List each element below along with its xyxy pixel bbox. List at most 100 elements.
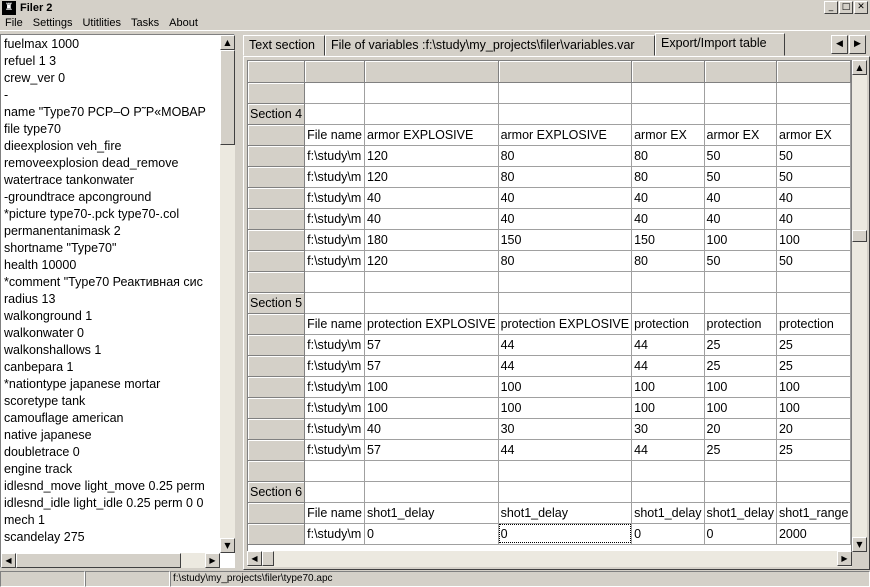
list-item[interactable]: idlesnd_idle light_idle 0.25 perm 0 0 bbox=[4, 495, 220, 512]
grid-cell[interactable]: 80 bbox=[631, 250, 705, 272]
column-header-cell[interactable] bbox=[364, 61, 499, 83]
grid-cell[interactable]: 100 bbox=[498, 397, 633, 419]
row-header-cell[interactable] bbox=[248, 82, 306, 104]
grid-cell[interactable]: 20 bbox=[776, 418, 851, 440]
grid-cell[interactable]: protection bbox=[631, 313, 705, 335]
grid-cell[interactable]: 40 bbox=[704, 208, 777, 230]
grid-cell[interactable] bbox=[498, 481, 633, 503]
grid-cell[interactable]: f:\study\m bbox=[304, 250, 366, 272]
list-item[interactable]: walkonshallows 1 bbox=[4, 342, 220, 359]
scroll-thumb[interactable] bbox=[852, 230, 867, 242]
scroll-up-icon[interactable]: ▲ bbox=[220, 35, 235, 50]
list-item[interactable]: mech 1 bbox=[4, 512, 220, 529]
grid-cell[interactable]: 2000 bbox=[776, 523, 851, 545]
data-grid[interactable]: Section 4 File name armor EXPLOSIVE armor E… bbox=[247, 60, 852, 552]
grid-cell[interactable]: 50 bbox=[704, 250, 777, 272]
row-header-cell[interactable] bbox=[248, 145, 306, 167]
grid-cell[interactable]: 100 bbox=[704, 229, 777, 251]
grid-cell[interactable]: 0 bbox=[704, 523, 777, 545]
scroll-left-icon[interactable]: ◀ bbox=[1, 553, 16, 568]
column-header-cell[interactable] bbox=[498, 61, 633, 83]
grid-cell[interactable]: f:\study\m bbox=[304, 376, 366, 398]
grid-cell[interactable]: 25 bbox=[704, 439, 777, 461]
scroll-thumb[interactable] bbox=[220, 50, 235, 145]
grid-cell[interactable]: 80 bbox=[631, 166, 705, 188]
grid-cell[interactable] bbox=[704, 481, 777, 503]
grid-cell[interactable]: 50 bbox=[704, 166, 777, 188]
list-item[interactable]: scoretype tank bbox=[4, 393, 220, 410]
grid-cell[interactable]: 80 bbox=[498, 250, 633, 272]
grid-cell[interactable] bbox=[364, 460, 499, 482]
scroll-right-icon[interactable]: ▶ bbox=[205, 553, 220, 568]
left-horizontal-scrollbar[interactable]: ◀ ▶ bbox=[1, 553, 220, 568]
scroll-down-icon[interactable]: ▼ bbox=[220, 538, 235, 553]
grid-cell[interactable]: File name bbox=[304, 313, 366, 335]
grid-cell[interactable]: 100 bbox=[776, 376, 851, 398]
grid-cell[interactable]: protection bbox=[704, 313, 777, 335]
grid-cell[interactable] bbox=[776, 103, 851, 125]
row-header-cell[interactable]: Section 4 bbox=[248, 103, 306, 125]
tab-scroll-right-icon[interactable]: ▶ bbox=[849, 35, 866, 54]
scroll-down-icon[interactable]: ▼ bbox=[852, 537, 867, 552]
tab-export-import-table[interactable]: Export/Import table bbox=[655, 33, 785, 56]
list-item[interactable]: walkonwater 0 bbox=[4, 325, 220, 342]
column-header-cell[interactable] bbox=[631, 61, 705, 83]
grid-cell[interactable]: 100 bbox=[364, 376, 499, 398]
grid-cell[interactable]: 120 bbox=[364, 166, 499, 188]
grid-cell[interactable]: 100 bbox=[704, 397, 777, 419]
grid-cell[interactable]: 57 bbox=[364, 439, 499, 461]
grid-cell[interactable]: 80 bbox=[631, 145, 705, 167]
grid-cell[interactable] bbox=[704, 460, 777, 482]
row-header-cell[interactable] bbox=[248, 418, 306, 440]
menu-about[interactable]: About bbox=[164, 17, 203, 29]
grid-cell[interactable]: 0 bbox=[631, 523, 705, 545]
tab-file-of-variables[interactable]: File of variables :f:\study\my_projects\… bbox=[325, 35, 655, 56]
grid-cell[interactable]: 50 bbox=[776, 145, 851, 167]
grid-cell[interactable]: 40 bbox=[631, 208, 705, 230]
menu-file[interactable]: File bbox=[0, 17, 28, 29]
grid-cell[interactable] bbox=[364, 481, 499, 503]
list-item[interactable]: walkonground 1 bbox=[4, 308, 220, 325]
list-item[interactable]: - bbox=[4, 87, 220, 104]
row-header-cell[interactable] bbox=[248, 61, 306, 83]
grid-cell[interactable] bbox=[631, 82, 705, 104]
grid-cell[interactable]: 0 bbox=[498, 523, 633, 545]
grid-cell[interactable]: 0 bbox=[364, 523, 499, 545]
row-header-cell[interactable] bbox=[248, 523, 306, 545]
scroll-right-icon[interactable]: ▶ bbox=[837, 551, 852, 566]
grid-cell[interactable] bbox=[498, 103, 633, 125]
grid-cell[interactable] bbox=[631, 481, 705, 503]
grid-cell[interactable]: 150 bbox=[498, 229, 633, 251]
grid-cell[interactable]: 180 bbox=[364, 229, 499, 251]
row-header-cell[interactable] bbox=[248, 502, 306, 524]
grid-cell[interactable]: 44 bbox=[498, 439, 633, 461]
grid-cell[interactable] bbox=[776, 271, 851, 293]
list-item[interactable]: health 10000 bbox=[4, 257, 220, 274]
tab-scroll-left-icon[interactable]: ◀ bbox=[831, 35, 848, 54]
row-header-cell[interactable] bbox=[248, 334, 306, 356]
app-icon[interactable]: ♜ bbox=[2, 1, 16, 15]
grid-cell[interactable]: f:\study\m bbox=[304, 229, 366, 251]
grid-horizontal-scrollbar[interactable]: ◀ ▶ bbox=[247, 551, 852, 567]
row-header-cell[interactable] bbox=[248, 124, 306, 146]
grid-cell[interactable]: 80 bbox=[498, 166, 633, 188]
grid-cell[interactable] bbox=[498, 271, 633, 293]
grid-cell[interactable]: 40 bbox=[364, 208, 499, 230]
list-item[interactable]: watertrace tankonwater bbox=[4, 172, 220, 189]
grid-cell[interactable]: 40 bbox=[364, 187, 499, 209]
grid-cell[interactable] bbox=[631, 103, 705, 125]
grid-cell[interactable]: 30 bbox=[498, 418, 633, 440]
grid-cell[interactable]: 150 bbox=[631, 229, 705, 251]
grid-cell[interactable]: f:\study\m bbox=[304, 355, 366, 377]
maximize-button[interactable]: □ bbox=[839, 1, 853, 14]
scroll-up-icon[interactable]: ▲ bbox=[852, 60, 867, 75]
grid-cell[interactable] bbox=[631, 460, 705, 482]
scroll-thumb[interactable] bbox=[16, 553, 181, 568]
grid-cell[interactable] bbox=[304, 271, 366, 293]
grid-cell[interactable]: 40 bbox=[631, 187, 705, 209]
row-header-cell[interactable] bbox=[248, 460, 306, 482]
list-item[interactable]: native japanese bbox=[4, 427, 220, 444]
row-header-cell[interactable] bbox=[248, 208, 306, 230]
grid-cell[interactable]: f:\study\m bbox=[304, 187, 366, 209]
menu-utilities[interactable]: Utitlities bbox=[77, 17, 126, 29]
